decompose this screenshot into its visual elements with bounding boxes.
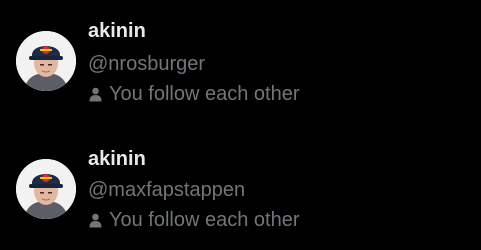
avatar[interactable] [16, 31, 76, 91]
follow-status-label: You follow each other [109, 209, 300, 231]
follow-status: You follow each other [88, 208, 300, 232]
avatar-image [16, 31, 76, 91]
follow-status: You follow each other [88, 82, 300, 106]
avatar[interactable] [16, 159, 76, 219]
user-handle[interactable]: @nrosburger [88, 52, 205, 76]
person-icon [88, 86, 103, 102]
follow-status-label: You follow each other [109, 83, 300, 105]
person-icon [88, 212, 103, 228]
user-handle[interactable]: @maxfapstappen [88, 178, 245, 202]
display-name[interactable]: akinin [88, 19, 146, 43]
display-name[interactable]: akinin [88, 147, 146, 171]
avatar-image [16, 159, 76, 219]
user-cell[interactable]: akinin @maxfapstappen You follow each ot… [0, 128, 481, 248]
user-cell[interactable]: akinin @nrosburger You follow each other [0, 0, 481, 120]
